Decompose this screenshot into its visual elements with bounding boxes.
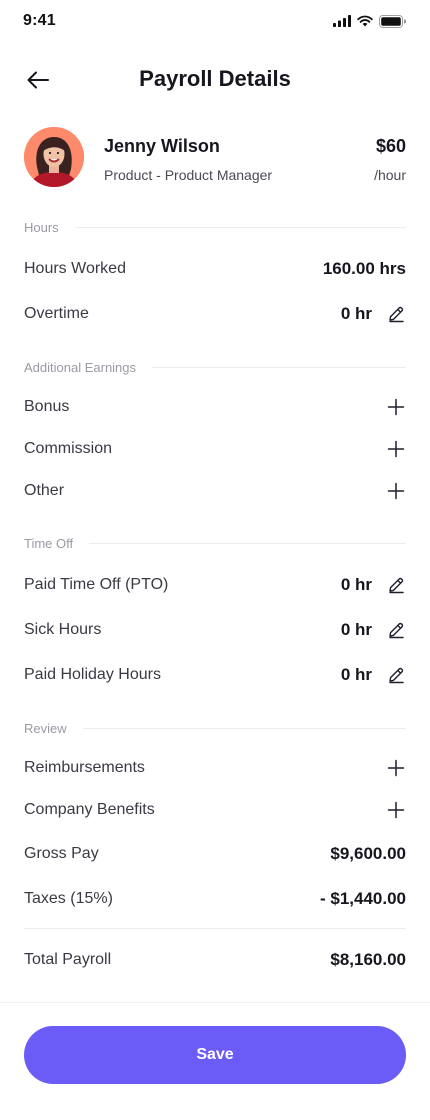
holiday-hours-value: 0 hr	[340, 665, 372, 684]
section-label: Review	[24, 720, 67, 736]
taxes-label: Taxes (15%)	[24, 890, 113, 907]
section-label: Additional Earnings	[24, 359, 137, 375]
section-label: Hours	[24, 219, 59, 235]
reimbursements-row: Reimbursements	[24, 753, 406, 783]
footer-divider	[0, 1002, 430, 1003]
pay-rate: $60	[375, 136, 406, 156]
add-other-button[interactable]	[386, 481, 406, 501]
plus-icon	[387, 398, 405, 416]
other-row: Other	[24, 476, 406, 506]
sick-hours-row: Sick Hours 0 hr	[24, 615, 406, 645]
commission-row: Commission	[24, 434, 406, 464]
edit-overtime-button[interactable]	[386, 304, 406, 324]
overtime-label: Overtime	[24, 305, 89, 322]
status-icons	[333, 14, 406, 28]
overtime-value: 0 hr	[340, 304, 372, 323]
holiday-hours-label: Paid Holiday Hours	[24, 666, 161, 683]
section-rule	[74, 226, 406, 228]
hours-worked-label: Hours Worked	[24, 260, 126, 277]
plus-icon	[387, 440, 405, 458]
plus-icon	[387, 759, 405, 777]
pto-row: Paid Time Off (PTO) 0 hr	[24, 570, 406, 600]
gross-pay-value: $9,600.00	[330, 844, 406, 863]
employee-name: Jenny Wilson	[104, 136, 220, 156]
taxes-value: - $1,440.00	[319, 889, 406, 908]
section-rule	[82, 727, 406, 729]
total-divider	[24, 928, 406, 929]
pencil-icon	[389, 622, 404, 639]
section-time-off: Time Off	[24, 535, 406, 551]
company-benefits-row: Company Benefits	[24, 795, 406, 825]
status-time: 9:41	[23, 12, 56, 29]
plus-icon	[387, 482, 405, 500]
holiday-hours-row: Paid Holiday Hours 0 hr	[24, 660, 406, 690]
total-payroll-value: $8,160.00	[330, 950, 406, 969]
gross-pay-row: Gross Pay $9,600.00	[24, 839, 406, 869]
header: Payroll Details	[0, 58, 430, 102]
add-reimbursement-button[interactable]	[386, 758, 406, 778]
status-bar: 9:41	[0, 0, 430, 44]
page-title: Payroll Details	[139, 66, 291, 91]
add-company-benefit-button[interactable]	[386, 800, 406, 820]
pay-rate-unit: /hour	[374, 167, 406, 183]
pencil-icon	[389, 577, 404, 594]
battery-icon	[379, 14, 406, 28]
gross-pay-label: Gross Pay	[24, 845, 99, 862]
plus-icon	[387, 801, 405, 819]
company-benefits-label: Company Benefits	[24, 801, 155, 818]
section-rule	[89, 542, 406, 544]
pto-value: 0 hr	[340, 575, 372, 594]
pencil-icon	[389, 667, 404, 684]
edit-sick-hours-button[interactable]	[386, 620, 406, 640]
section-rule	[152, 366, 406, 368]
hours-worked-value: 160.00 hrs	[322, 259, 406, 278]
signal-icon	[333, 15, 351, 27]
total-payroll-row: Total Payroll $8,160.00	[24, 945, 406, 975]
pto-label: Paid Time Off (PTO)	[24, 576, 169, 593]
edit-holiday-hours-button[interactable]	[386, 665, 406, 685]
pencil-icon	[389, 306, 404, 323]
reimbursements-label: Reimbursements	[24, 759, 145, 776]
bonus-row: Bonus	[24, 392, 406, 422]
section-label: Time Off	[24, 535, 74, 551]
sick-hours-value: 0 hr	[340, 620, 372, 639]
bonus-label: Bonus	[24, 398, 70, 415]
employee-profile: Jenny Wilson Product - Product Manager $…	[24, 127, 406, 189]
sick-hours-label: Sick Hours	[24, 621, 102, 638]
edit-pto-button[interactable]	[386, 575, 406, 595]
section-additional-earnings: Additional Earnings	[24, 359, 406, 375]
commission-label: Commission	[24, 440, 113, 457]
hours-worked-row: Hours Worked 160.00 hrs	[24, 254, 406, 284]
add-commission-button[interactable]	[386, 439, 406, 459]
overtime-row: Overtime 0 hr	[24, 299, 406, 329]
employee-role: Product - Product Manager	[104, 167, 273, 183]
save-button[interactable]: Save	[24, 1026, 406, 1084]
taxes-row: Taxes (15%) - $1,440.00	[24, 884, 406, 914]
total-payroll-label: Total Payroll	[24, 951, 112, 968]
avatar	[24, 127, 84, 187]
add-bonus-button[interactable]	[386, 397, 406, 417]
section-hours: Hours	[24, 219, 406, 235]
avatar-portrait	[24, 127, 84, 187]
other-label: Other	[24, 482, 65, 499]
wifi-icon	[357, 15, 373, 27]
section-review: Review	[24, 720, 406, 736]
